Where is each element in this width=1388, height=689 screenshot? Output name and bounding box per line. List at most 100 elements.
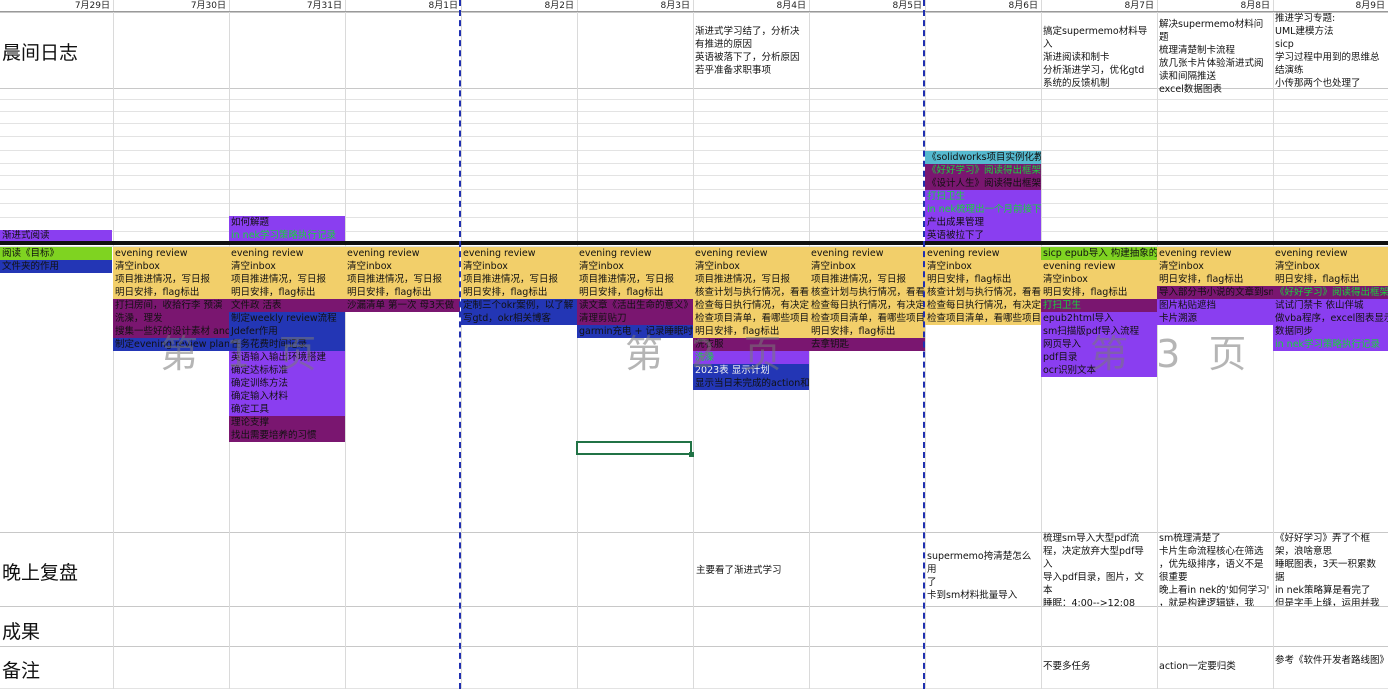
remark-aug8[interactable]: action一定要归类	[1159, 660, 1271, 673]
task-label: 项目推进情况，写日报	[461, 273, 577, 286]
row-label-remark: 备注	[2, 660, 41, 682]
date-header-cell[interactable]: 8月1日	[345, 0, 461, 12]
fill-handle[interactable]	[689, 452, 694, 457]
column-line	[345, 0, 346, 689]
note-line: sicp	[1275, 39, 1294, 50]
evening-note-aug7[interactable]: 梳理sm导入大型pdf流 程，决定放弃大型pdf导 入 导入pdf目录，图片，文…	[1043, 532, 1155, 606]
column-line	[925, 0, 926, 689]
task-block-jul31-upper[interactable]: 如何解题 in nek学习策略执行记录	[229, 216, 345, 242]
row-label-evening: 晚上复盘	[2, 562, 79, 584]
task-block-aug2[interactable]: evening review 清空inbox 项目推进情况，写日报 明日安排，f…	[461, 247, 577, 325]
task-label: 明日安排，flag标出	[577, 286, 693, 299]
task-label: 项目推进情况，写日报	[577, 273, 693, 286]
note-line: 卡片生命流程核心在筛选	[1159, 546, 1264, 557]
evening-note-aug4[interactable]: 主要看了渐进式学习	[696, 564, 808, 577]
task-label: 明日安排，flag标出	[1157, 273, 1273, 286]
task-label: 项目推进情况，写日报	[229, 273, 345, 286]
task-label: 清空inbox	[577, 260, 693, 273]
evening-note-aug8[interactable]: sm梳理清楚了 卡片生命流程核心在筛选 ，优先级排序，语义不是 很重要 晚上看i…	[1159, 532, 1271, 606]
date-header-cell[interactable]: 8月4日	[693, 0, 809, 12]
task-label: evening review	[345, 247, 460, 260]
row-line	[0, 99, 1388, 100]
task-label: 项目推进情况，写日报	[345, 273, 460, 286]
task-label: 读文章《活出生命的意义》	[577, 299, 693, 312]
task-block-aug6[interactable]: evening review 清空inbox 明日安排，flag标出 核查计划与…	[925, 247, 1041, 325]
task-label: 检查项目清单，看哪些项目	[925, 312, 1041, 325]
remark-aug7[interactable]: 不要多任务	[1043, 660, 1155, 673]
task-block-aug1[interactable]: evening review 清空inbox 项目推进情况，写日报 明日安排，f…	[345, 247, 460, 312]
task-label: 数据同步	[1273, 325, 1388, 338]
note-line: 放几张卡片体验渐进式阅	[1159, 58, 1264, 69]
date-header-cell[interactable]: 8月8日	[1157, 0, 1273, 12]
task-block-aug9[interactable]: evening review 清空inbox 明日安排，flag标出 《好好学习…	[1273, 247, 1388, 351]
task-label: 阅读《目标》	[0, 247, 112, 260]
task-label: 确定工具	[229, 403, 345, 416]
task-label: in nek梳理出一个月前接下的原因	[925, 203, 1041, 216]
column-line	[577, 0, 578, 689]
note-line: 本	[1043, 585, 1053, 596]
task-label: 打扫卫生	[925, 190, 1041, 203]
date-header-cell[interactable]: 8月5日	[809, 0, 925, 12]
row-line	[0, 606, 1388, 607]
task-block-aug6-upper[interactable]: 《solidworks项目实例化教程》 《好好学习》阅读得出框架，并准备提问 《…	[925, 151, 1041, 242]
task-block-aug8[interactable]: evening review 清空inbox 明日安排，flag标出 导入部分书…	[1157, 247, 1273, 325]
task-label: 清空inbox	[693, 260, 809, 273]
note-line: sm梳理清楚了	[1159, 533, 1221, 544]
note-line: 了	[927, 577, 937, 588]
date-header-cell[interactable]: 7月31日	[229, 0, 345, 12]
task-label: evening review	[113, 247, 229, 260]
task-cell-jul29-reading[interactable]: 渐进式阅读	[0, 230, 112, 241]
morning-note-aug9[interactable]: 推进学习专题: UML建模方法 sicp 学习过程中用到的思维总 结演练 小传那…	[1275, 12, 1387, 88]
task-label: 确定训练方法	[229, 377, 345, 390]
selected-cell[interactable]	[576, 441, 692, 455]
date-header-cell[interactable]: 7月30日	[113, 0, 229, 12]
task-label: 确定输入材料	[229, 390, 345, 403]
task-label: evening review	[1041, 260, 1157, 273]
task-label: 清空inbox	[113, 260, 229, 273]
task-label: 明日安排，flag标出	[113, 286, 229, 299]
task-label: 核查计划与执行情况，看看	[693, 286, 809, 299]
task-label: 《好好学习》阅读得出框架，并准备提问	[925, 164, 1041, 177]
task-label: evening review	[461, 247, 577, 260]
task-block-jul29[interactable]: 阅读《目标》 文件夹的作用	[0, 247, 112, 273]
task-label: 渐进式阅读	[2, 230, 50, 241]
date-header-cell[interactable]: 8月6日	[925, 0, 1041, 12]
note-line: 睡眠：4:00-->12:08	[1043, 598, 1136, 606]
task-label: 明日安排，flag标出	[925, 273, 1041, 286]
task-label: 核查计划与执行情况，看看	[809, 286, 925, 299]
task-label: 图片粘贴遮挡	[1157, 299, 1273, 312]
task-label: 清空inbox	[461, 260, 577, 273]
date-header-cell[interactable]: 8月9日	[1273, 0, 1388, 12]
task-label: 找出需要培养的习惯	[229, 429, 345, 442]
note-line: 梳理清楚制卡流程	[1159, 45, 1236, 56]
evening-note-aug6[interactable]: supermemo挎清楚怎么用 了 卡到sm材料批量导入	[927, 550, 1039, 602]
spreadsheet-sheet: 7月29日 7月30日 7月31日 8月1日 8月2日 8月3日 8月4日 8月5日 8月6日 8…	[0, 0, 1388, 689]
task-label: 明日安排，flag标出	[345, 286, 460, 299]
task-label: 产出成果管理	[925, 216, 1041, 229]
page-watermark-2: 第 2 页	[625, 332, 790, 376]
row-line	[0, 136, 1388, 137]
morning-note-aug8[interactable]: 解决supermemo材料问题 梳理清楚制卡流程 放几张卡片体验渐进式阅 读和间…	[1159, 18, 1271, 96]
row-line	[0, 217, 1388, 218]
row-line	[0, 111, 1388, 112]
morning-note-aug4[interactable]: 渐进式学习结了，分析决 有推进的原因 英语被落下了，分析原因 若乎准备求职事项	[695, 25, 807, 77]
evening-note-aug9[interactable]: 《好好学习》弄了个框 架，浪啥意思 睡眠图表，3天一积累数 据 in nek策略…	[1275, 532, 1387, 606]
date-header-cell[interactable]: 7月29日	[0, 0, 113, 12]
task-label: 清空inbox	[809, 260, 925, 273]
task-label: 清空inbox	[1273, 260, 1388, 273]
note-line: 梳理sm导入大型pdf流	[1043, 533, 1140, 544]
note-line: 架，浪啥意思	[1275, 546, 1333, 557]
task-block-aug5[interactable]: evening review 清空inbox 项目推进情况，写日报 核查计划与执…	[809, 247, 925, 351]
task-label: 试试门禁卡 依山伴城	[1273, 299, 1388, 312]
task-label: sicp epub导入 构建抽象的	[1041, 247, 1157, 260]
morning-note-aug7[interactable]: 搞定supermemo材料导入 渐进阅读和制卡 分析渐进学习，优化gtd 系统的…	[1043, 25, 1155, 90]
task-label: 明日安排，flag标出	[1041, 286, 1157, 299]
page-break-line	[923, 0, 925, 689]
remark-aug9[interactable]: 参考《软件开发者路线图》	[1275, 654, 1387, 667]
date-header-cell[interactable]: 8月2日	[461, 0, 577, 12]
row-line	[0, 175, 1388, 176]
date-header-cell[interactable]: 8月7日	[1041, 0, 1157, 12]
task-label: 检查每日执行情况，有决定	[809, 299, 925, 312]
date-header-cell[interactable]: 8月3日	[577, 0, 693, 12]
note-line: 结演练	[1275, 65, 1304, 76]
